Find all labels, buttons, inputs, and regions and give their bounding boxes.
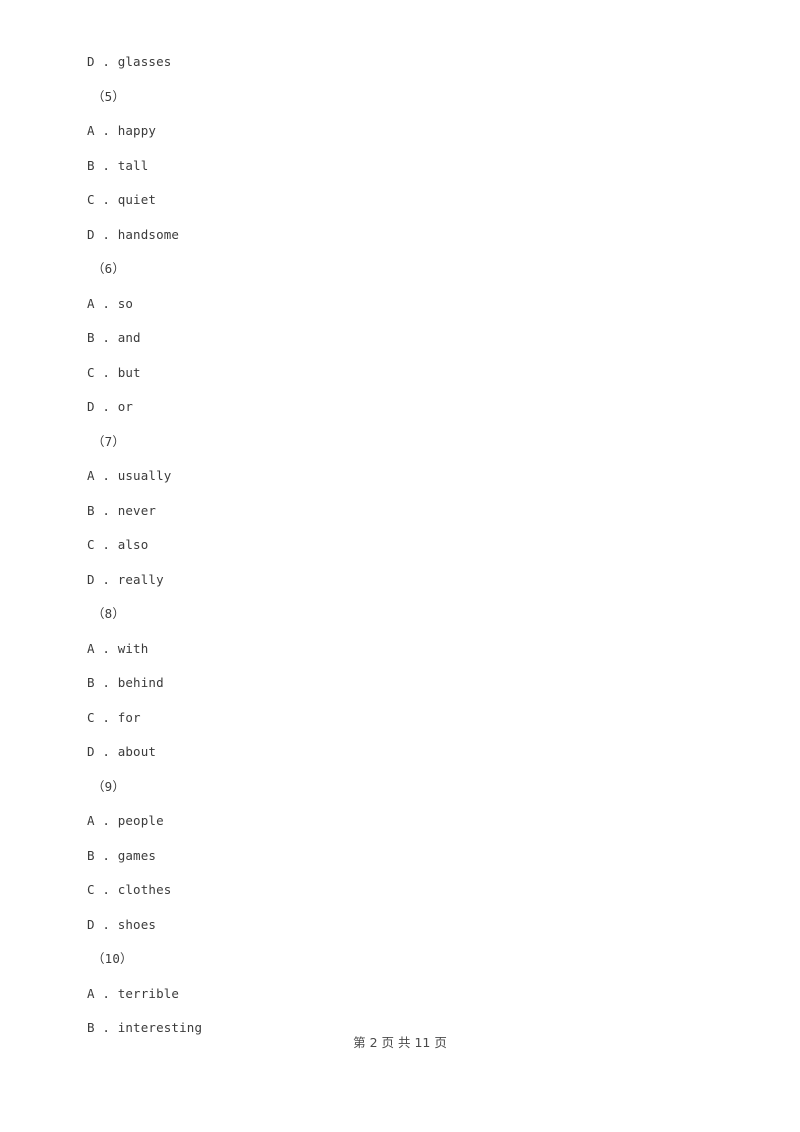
option-line: D . really [87,571,164,587]
option-line: C . but [87,364,141,380]
question-number: （7） [92,433,125,449]
question-number: （10） [92,951,133,966]
option-line: A . terrible [87,985,180,1001]
option-line: A . with [87,640,149,656]
option-line: C . also [87,537,149,552]
option-line: B . behind [87,675,164,690]
document-page: D . glasses （5） A . happy B . tall C . q… [0,0,800,1132]
question-number: （8） [92,606,125,621]
option-line: B . never [87,502,157,518]
question-number: （6） [92,261,125,276]
option-line: A . people [87,813,164,828]
page-footer: 第 2 页 共 11 页 [353,1035,447,1050]
option-line: D . about [87,744,157,759]
option-line: A . usually [87,468,172,483]
option-line: D . shoes [87,916,157,932]
question-number: （9） [92,778,125,794]
option-line: B . games [87,847,157,863]
option-line: C . clothes [87,882,172,897]
option-line: C . for [87,709,141,725]
option-line: C . quiet [87,192,157,207]
question-number: （5） [92,88,125,104]
option-line: B . and [87,330,141,345]
option-line: D . glasses [87,54,172,69]
option-line: A . happy [87,123,157,138]
option-line: D . handsome [87,226,180,242]
option-line: B . tall [87,157,149,173]
option-line: A . so [87,295,134,311]
option-line: D . or [87,399,134,414]
question-options-list: D . glasses （5） A . happy B . tall C . q… [87,45,707,1046]
